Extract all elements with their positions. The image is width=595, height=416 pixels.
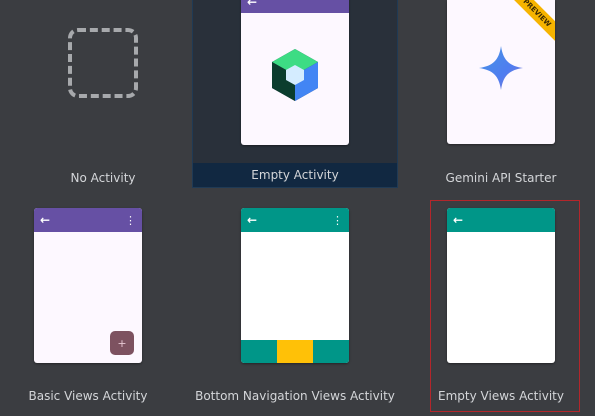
- phone-preview: ←: [241, 0, 349, 145]
- phone-preview: ← ⋮ +: [34, 208, 142, 363]
- template-bottom-navigation-views-activity[interactable]: ← ⋮ Bottom Navigation Views Activity: [192, 205, 398, 413]
- template-label: No Activity: [70, 171, 136, 185]
- selection-highlight-box: [430, 200, 580, 412]
- phone-preview: PREVIEW: [447, 0, 555, 144]
- template-empty-activity[interactable]: ← Empty Activity: [192, 0, 398, 188]
- app-bar: ← ⋮: [241, 208, 349, 232]
- template-basic-views-activity[interactable]: ← ⋮ + Basic Views Activity: [0, 205, 191, 413]
- bottom-nav-item: [313, 340, 349, 363]
- template-label: Empty Activity: [251, 168, 339, 182]
- app-bar: ←: [241, 0, 349, 13]
- fab-add-icon: +: [110, 331, 134, 355]
- template-gemini-api-starter[interactable]: PREVIEW Gemini API Starter: [398, 0, 595, 208]
- bottom-navigation-bar: [241, 340, 349, 363]
- app-bar: ← ⋮: [34, 208, 142, 232]
- template-no-activity[interactable]: No Activity: [0, 0, 206, 208]
- template-label: Bottom Navigation Views Activity: [195, 389, 395, 403]
- phone-preview: ← ⋮: [241, 208, 349, 363]
- gemini-sparkle-icon: [479, 46, 523, 90]
- back-arrow-icon: ←: [40, 213, 51, 227]
- overflow-menu-icon: ⋮: [332, 213, 343, 227]
- template-label: Basic Views Activity: [28, 389, 148, 403]
- overflow-menu-icon: ⋮: [125, 213, 136, 227]
- bottom-nav-item: [241, 340, 277, 363]
- back-arrow-icon: ←: [247, 213, 258, 227]
- no-activity-dashed-icon: [68, 28, 138, 98]
- back-arrow-icon: ←: [247, 0, 258, 9]
- bottom-nav-item-selected: [277, 340, 313, 363]
- template-label: Gemini API Starter: [445, 171, 557, 185]
- jetpack-compose-logo-icon: [272, 49, 318, 101]
